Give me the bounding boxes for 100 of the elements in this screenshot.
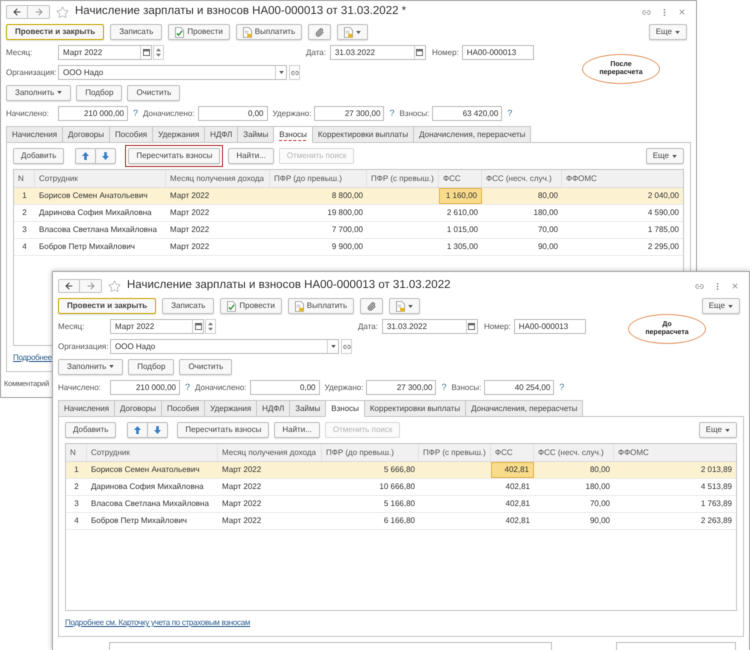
document-menu-button[interactable] [389, 298, 420, 314]
close-icon[interactable] [678, 8, 686, 16]
tab[interactable]: Взносы [325, 400, 365, 417]
post-button[interactable]: Провести [168, 24, 230, 40]
form-button[interactable]: Подбор [128, 358, 174, 374]
tab[interactable]: Доначисления, перерасчеты [465, 400, 584, 417]
tab[interactable]: Займы [289, 400, 326, 417]
column-header[interactable]: ПФР (с превыш.) [367, 170, 439, 187]
close-icon[interactable] [731, 282, 739, 290]
column-header[interactable]: N [66, 444, 87, 461]
tab[interactable]: Договоры [62, 126, 110, 143]
details-link[interactable]: Подробнее см. Карточку учета по страховым взносам [65, 617, 250, 629]
table-toolbar-button[interactable]: Найти... [228, 148, 274, 164]
table-toolbar-button[interactable]: Найти... [274, 422, 320, 438]
more-button[interactable]: Еще [646, 148, 684, 164]
tab[interactable]: Начисления [58, 400, 116, 417]
attach-button[interactable] [308, 24, 332, 40]
open-button[interactable] [341, 339, 352, 354]
dropdown-button[interactable] [275, 66, 286, 79]
column-header[interactable]: ФСС (несч. случ.) [534, 444, 614, 461]
help-link[interactable]: ? [389, 106, 394, 120]
tab[interactable]: НДФЛ [204, 126, 238, 143]
back-button[interactable] [6, 5, 28, 19]
tab[interactable]: Договоры [114, 400, 162, 417]
star-icon[interactable] [56, 6, 69, 18]
table-row[interactable]: 1 Борисов Семен Анатольевич Март 2022 8 800,00 1 160,00 80,00 2 040,00 [14, 188, 683, 205]
calendar-button[interactable] [192, 320, 203, 333]
amount-field[interactable]: 0,00 [250, 380, 320, 395]
column-header[interactable]: ФФОМС [614, 444, 736, 461]
calendar-button[interactable] [414, 46, 425, 59]
number-field[interactable]: НА00-000013 [514, 319, 586, 334]
table-toolbar-button[interactable]: Добавить [65, 422, 116, 438]
amount-field[interactable]: 40 254,00 [484, 380, 554, 395]
move-up-button[interactable] [75, 148, 96, 164]
month-field[interactable]: Март 2022 [58, 45, 152, 60]
tab[interactable]: Начисления [6, 126, 64, 143]
form-button[interactable]: Подбор [76, 84, 122, 100]
pay-button[interactable]: Выплатить [288, 298, 354, 314]
pay-button[interactable]: Выплатить [236, 24, 302, 40]
amount-field[interactable]: 210 000,00 [58, 106, 128, 121]
tab[interactable]: Корректировки выплаты [364, 400, 466, 417]
column-header[interactable]: N [14, 170, 35, 187]
comment-field[interactable] [109, 642, 552, 650]
help-link[interactable]: ? [133, 106, 138, 120]
date-field[interactable]: 31.03.2022 [382, 319, 478, 334]
column-header[interactable]: Сотрудник [35, 170, 166, 187]
form-button[interactable]: Очистить [179, 358, 232, 374]
save-button[interactable]: Записать [162, 298, 214, 314]
back-button[interactable] [58, 279, 80, 293]
open-button[interactable] [289, 65, 300, 80]
column-header[interactable]: Месяц получения дохода [166, 170, 270, 187]
help-link[interactable]: ? [185, 380, 190, 394]
amount-field[interactable]: 63 420,00 [432, 106, 502, 121]
form-button[interactable]: Очистить [127, 84, 180, 100]
post-and-close-button[interactable]: Провести и закрыть [58, 298, 156, 314]
tab[interactable]: Пособия [161, 400, 206, 417]
amount-field[interactable]: 27 300,00 [366, 380, 436, 395]
form-button[interactable]: Заполнить [6, 84, 72, 100]
input-field[interactable] [616, 642, 736, 650]
column-header[interactable]: ФСС [439, 170, 482, 187]
calendar-button[interactable] [466, 320, 477, 333]
column-header[interactable]: ПФР (до превыш.) [322, 444, 419, 461]
table-toolbar-button[interactable]: Добавить [13, 148, 64, 164]
more-button[interactable]: Еще [648, 24, 687, 40]
attach-button[interactable] [360, 298, 384, 314]
star-icon[interactable] [108, 280, 121, 292]
column-header[interactable]: Месяц получения дохода [218, 444, 322, 461]
help-link[interactable]: ? [441, 380, 446, 394]
column-header[interactable]: ПФР (до превыш.) [270, 170, 367, 187]
save-button[interactable]: Записать [110, 24, 162, 40]
details-link[interactable]: Подробнее [13, 352, 52, 364]
organization-field[interactable]: ООО Надо [110, 339, 339, 354]
dropdown-button[interactable] [327, 340, 338, 353]
column-header[interactable]: Сотрудник [87, 444, 218, 461]
tab[interactable]: НДФЛ [256, 400, 290, 417]
date-field[interactable]: 31.03.2022 [330, 45, 426, 60]
organization-field[interactable]: ООО Надо [58, 65, 287, 80]
column-header[interactable]: ФСС [491, 444, 534, 461]
column-header[interactable]: ФСС (несч. случ.) [482, 170, 562, 187]
tab[interactable]: Удержания [204, 400, 258, 417]
move-up-button[interactable] [127, 422, 148, 438]
document-menu-button[interactable] [337, 24, 368, 40]
month-field[interactable]: Март 2022 [110, 319, 204, 334]
table-toolbar-button[interactable]: Пересчитать взносы [128, 148, 220, 164]
move-down-button[interactable] [96, 148, 116, 164]
more-button[interactable]: Еще [702, 298, 740, 314]
post-button[interactable]: Провести [220, 298, 282, 314]
help-link[interactable]: ? [559, 380, 564, 394]
post-and-close-button[interactable]: Провести и закрыть [6, 24, 104, 40]
link-icon[interactable] [642, 8, 651, 16]
amount-field[interactable]: 0,00 [198, 106, 268, 121]
help-link[interactable]: ? [507, 106, 512, 120]
stepper-button[interactable] [153, 45, 164, 60]
more-button[interactable]: Еще [698, 422, 737, 438]
column-header[interactable]: ПФР (с превыш.) [419, 444, 491, 461]
column-header[interactable]: ФФОМС [562, 170, 683, 187]
tab[interactable]: Удержания [152, 126, 206, 143]
tab[interactable]: Доначисления, перерасчеты [413, 126, 532, 143]
form-button[interactable]: Заполнить [58, 358, 124, 374]
number-field[interactable]: НА00-000013 [462, 45, 534, 60]
